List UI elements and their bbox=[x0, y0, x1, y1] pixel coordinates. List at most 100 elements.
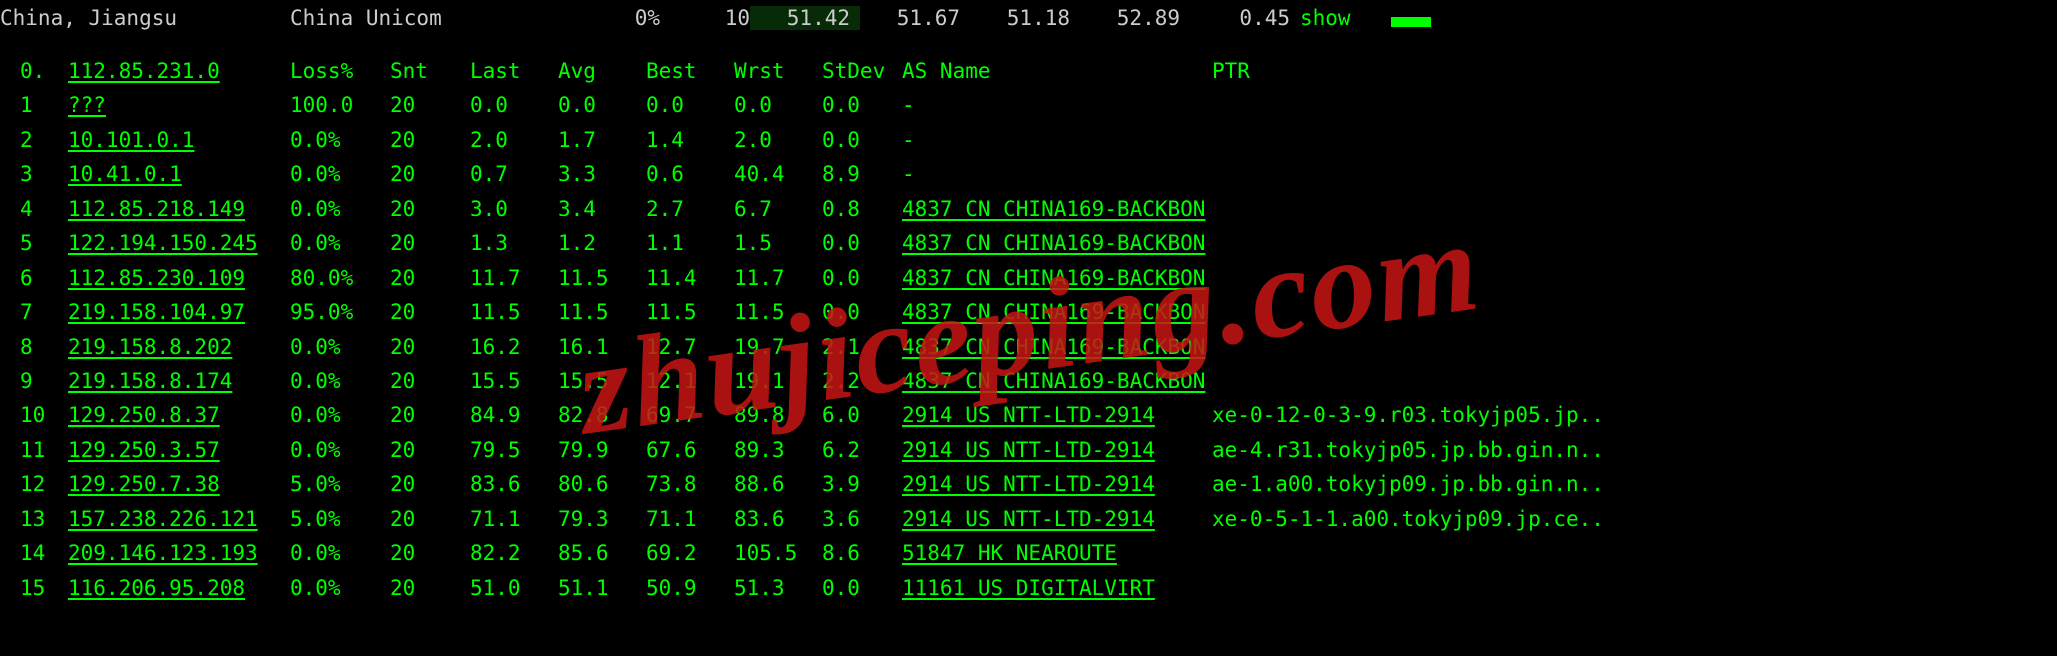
stdev: 6.0 bbox=[822, 400, 902, 430]
as-name-link[interactable]: 4837 CN CHINA169-BACKBON bbox=[902, 369, 1205, 393]
as-name-link[interactable]: 4837 CN CHINA169-BACKBON bbox=[902, 335, 1205, 359]
loss: 0.0% bbox=[290, 435, 390, 465]
stdev: 3.9 bbox=[822, 469, 902, 499]
wrst: 89.8 bbox=[734, 400, 822, 430]
trace-row: 15116.206.95.2080.0%2051.051.150.951.30.… bbox=[20, 571, 2037, 605]
last: 84.9 bbox=[470, 400, 558, 430]
loss: 0.0% bbox=[290, 538, 390, 568]
ip-addr-link[interactable]: 122.194.150.245 bbox=[68, 231, 258, 255]
metric-3: 52.89 bbox=[1080, 6, 1190, 30]
ip-addr-link[interactable]: 112.85.230.109 bbox=[68, 266, 245, 290]
as-name-link[interactable]: 11161 US DIGITALVIRT bbox=[902, 576, 1155, 600]
activity-bar-icon bbox=[1391, 17, 1431, 27]
ip-addr-link[interactable]: 219.158.104.97 bbox=[68, 300, 245, 324]
last: 0.7 bbox=[470, 159, 558, 189]
as-name-link[interactable]: 2914 US NTT-LTD-2914 bbox=[902, 507, 1155, 531]
wrst: 88.6 bbox=[734, 469, 822, 499]
ip-addr-link[interactable]: 157.238.226.121 bbox=[68, 507, 258, 531]
as-name-link[interactable]: 4837 CN CHINA169-BACKBON bbox=[902, 197, 1205, 221]
ip-addr: 112.85.230.109 bbox=[68, 263, 290, 293]
location-cell: China, Jiangsu bbox=[0, 2, 290, 34]
ip-addr-link[interactable]: 112.85.218.149 bbox=[68, 197, 245, 221]
as-name: 4837 CN CHINA169-BACKBON bbox=[902, 366, 1212, 396]
ip-addr-link[interactable]: 129.250.3.57 bbox=[68, 438, 220, 462]
col-as: AS Name bbox=[902, 56, 1212, 86]
hop-num: 8 bbox=[20, 332, 68, 362]
loss: 95.0% bbox=[290, 297, 390, 327]
col-ip: 112.85.231.0 bbox=[68, 56, 290, 86]
hop-num: 4 bbox=[20, 194, 68, 224]
wrst: 105.5 bbox=[734, 538, 822, 568]
stdev: 0.0 bbox=[822, 125, 902, 155]
ip-addr-link[interactable]: 116.206.95.208 bbox=[68, 576, 245, 600]
stdev: 8.9 bbox=[822, 159, 902, 189]
as-name: 4837 CN CHINA169-BACKBON bbox=[902, 332, 1212, 362]
hop-num: 1 bbox=[20, 90, 68, 120]
as-name: - bbox=[902, 125, 1212, 155]
loss: 5.0% bbox=[290, 504, 390, 534]
stdev: 0.0 bbox=[822, 90, 902, 120]
snt: 20 bbox=[390, 228, 470, 258]
stdev: 0.0 bbox=[822, 228, 902, 258]
as-name-link[interactable]: 2914 US NTT-LTD-2914 bbox=[902, 403, 1155, 427]
hop-num: 14 bbox=[20, 538, 68, 568]
best: 67.6 bbox=[646, 435, 734, 465]
last: 83.6 bbox=[470, 469, 558, 499]
ip-addr-link[interactable]: 10.101.0.1 bbox=[68, 128, 194, 152]
as-name: 4837 CN CHINA169-BACKBON bbox=[902, 194, 1212, 224]
ip-addr-link[interactable]: 129.250.7.38 bbox=[68, 472, 220, 496]
best: 2.7 bbox=[646, 194, 734, 224]
avg: 1.7 bbox=[558, 125, 646, 155]
stdev: 0.8 bbox=[822, 194, 902, 224]
snt: 20 bbox=[390, 194, 470, 224]
show-link[interactable]: show bbox=[1300, 2, 1351, 34]
ip-addr: 219.158.104.97 bbox=[68, 297, 290, 327]
as-name-link[interactable]: 4837 CN CHINA169-BACKBON bbox=[902, 266, 1205, 290]
loss: 0.0% bbox=[290, 332, 390, 362]
best: 50.9 bbox=[646, 573, 734, 603]
last: 1.3 bbox=[470, 228, 558, 258]
as-name-link[interactable]: 2914 US NTT-LTD-2914 bbox=[902, 472, 1155, 496]
ip-addr: 10.41.0.1 bbox=[68, 159, 290, 189]
avg: 11.5 bbox=[558, 263, 646, 293]
ip-addr-link[interactable]: 129.250.8.37 bbox=[68, 403, 220, 427]
count-cell: 10 bbox=[660, 2, 750, 34]
best: 71.1 bbox=[646, 504, 734, 534]
avg: 0.0 bbox=[558, 90, 646, 120]
ip-addr-link[interactable]: ??? bbox=[68, 93, 106, 117]
avg: 1.2 bbox=[558, 228, 646, 258]
ip-addr-link[interactable]: 10.41.0.1 bbox=[68, 162, 182, 186]
ptr bbox=[1212, 263, 2037, 293]
col-wrst: Wrst bbox=[734, 56, 822, 86]
ptr bbox=[1212, 573, 2037, 603]
last: 15.5 bbox=[470, 366, 558, 396]
trace-row: 7219.158.104.9795.0%2011.511.511.511.50.… bbox=[20, 295, 2037, 329]
ptr bbox=[1212, 125, 2037, 155]
last: 51.0 bbox=[470, 573, 558, 603]
last: 16.2 bbox=[470, 332, 558, 362]
as-name-link[interactable]: 2914 US NTT-LTD-2914 bbox=[902, 438, 1155, 462]
col-hop: 0. bbox=[20, 56, 68, 86]
ptr bbox=[1212, 366, 2037, 396]
trace-row: 12129.250.7.385.0%2083.680.673.888.63.92… bbox=[20, 467, 2037, 501]
ip-addr: ??? bbox=[68, 90, 290, 120]
stdev: 2.2 bbox=[822, 366, 902, 396]
ip-addr: 122.194.150.245 bbox=[68, 228, 290, 258]
col-ptr: PTR bbox=[1212, 56, 2037, 86]
ptr bbox=[1212, 90, 2037, 120]
stdev: 3.6 bbox=[822, 504, 902, 534]
as-name-link[interactable]: 4837 CN CHINA169-BACKBON bbox=[902, 231, 1205, 255]
ip-addr-link[interactable]: 219.158.8.202 bbox=[68, 335, 232, 359]
ip-addr-link[interactable]: 219.158.8.174 bbox=[68, 369, 232, 393]
as-name-link[interactable]: 4837 CN CHINA169-BACKBON bbox=[902, 300, 1205, 324]
header-row: 0. 112.85.231.0 Loss% Snt Last Avg Best … bbox=[20, 54, 2037, 88]
snt: 20 bbox=[390, 538, 470, 568]
as-name: 2914 US NTT-LTD-2914 bbox=[902, 435, 1212, 465]
wrst: 11.5 bbox=[734, 297, 822, 327]
metric-2: 51.18 bbox=[970, 6, 1080, 30]
col-avg: Avg bbox=[558, 56, 646, 86]
metrics-container: 51.4251.6751.1852.890.45 bbox=[750, 2, 1300, 34]
ip-addr: 209.146.123.193 bbox=[68, 538, 290, 568]
as-name-link[interactable]: 51847 HK NEAROUTE bbox=[902, 541, 1117, 565]
ip-addr-link[interactable]: 209.146.123.193 bbox=[68, 541, 258, 565]
